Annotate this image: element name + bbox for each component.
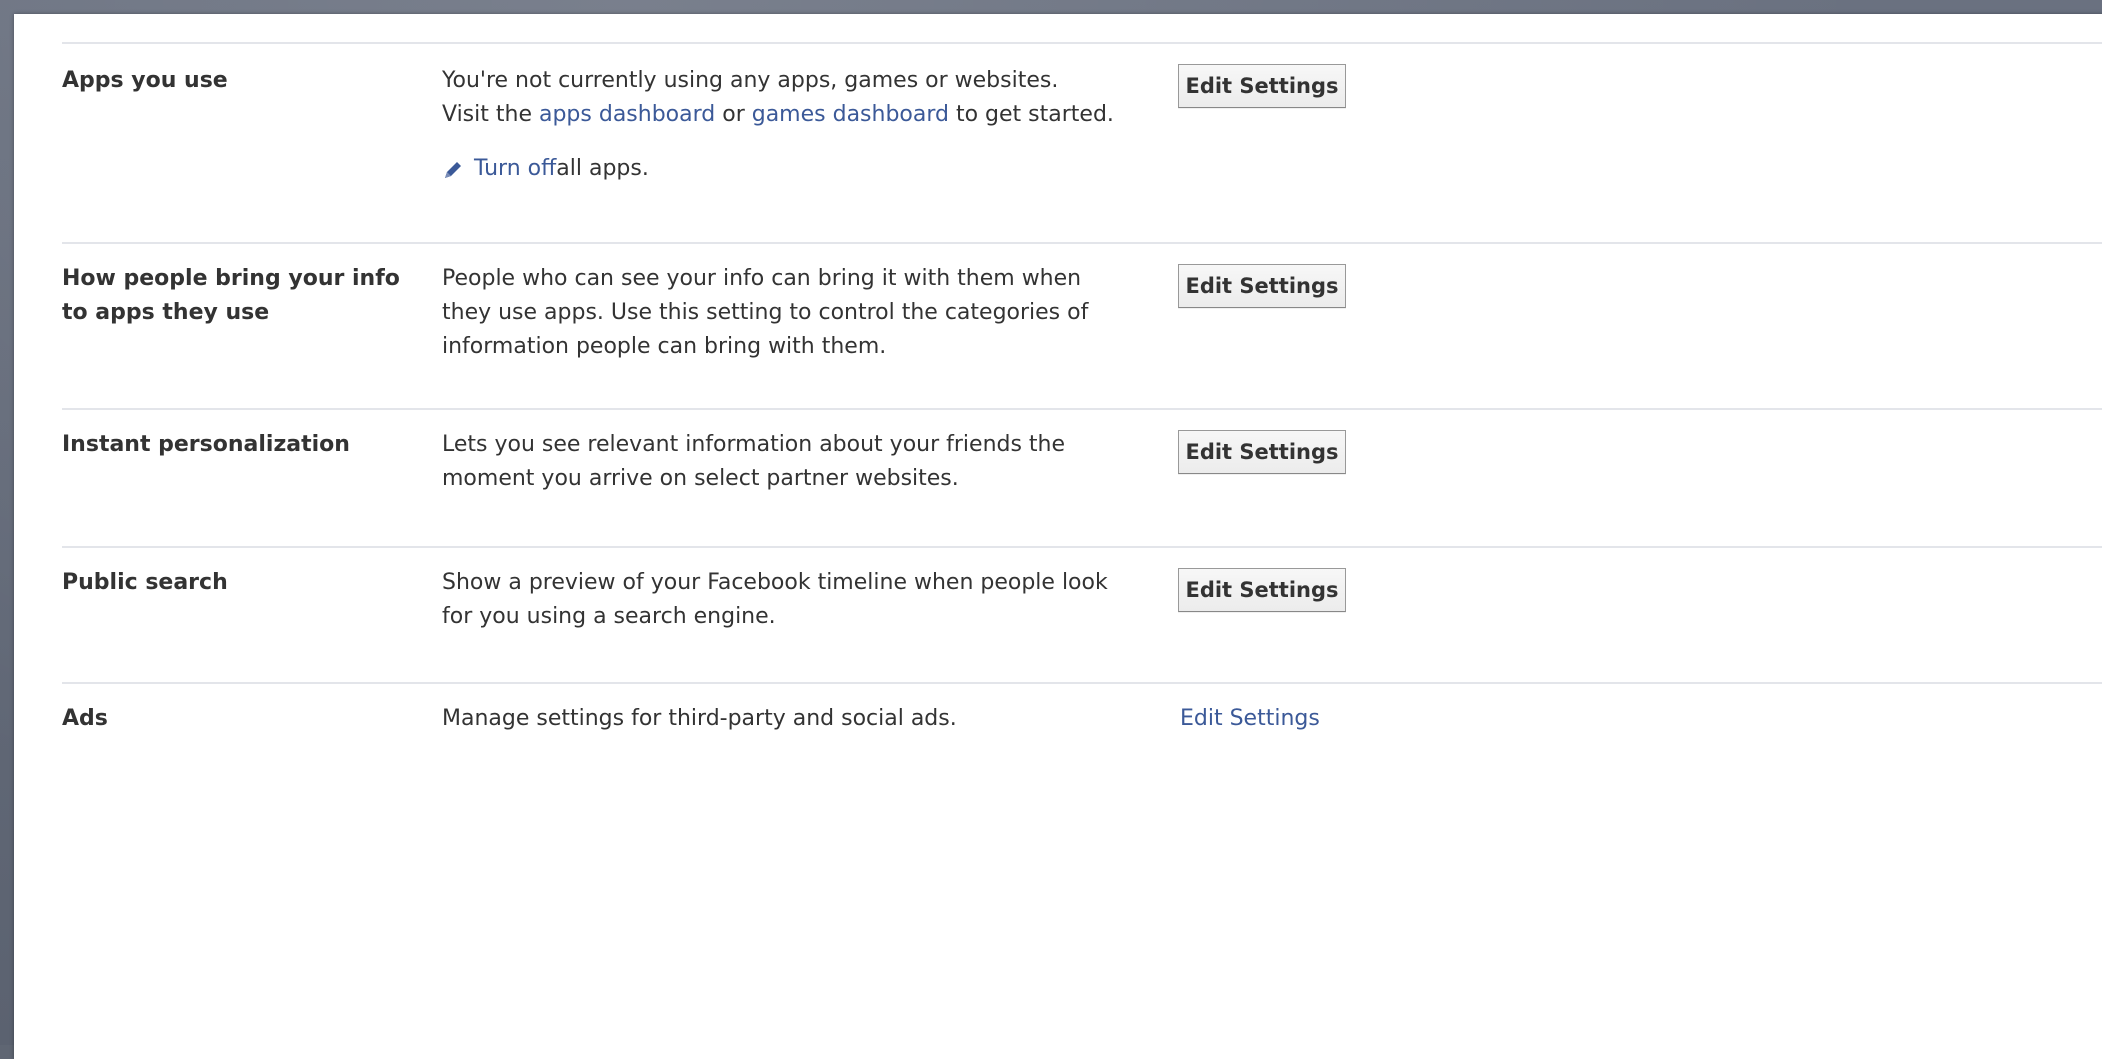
- turn-off-line: Turn off all apps.: [442, 152, 1182, 186]
- description-line: Manage settings for third-party and soci…: [442, 706, 957, 731]
- edit-settings-button-instant-personalization[interactable]: Edit Settings: [1178, 430, 1346, 474]
- settings-panel: Apps you use You're not currently using …: [14, 14, 2102, 1059]
- description-line: they use apps. Use this setting to contr…: [442, 300, 1089, 325]
- description-line: Lets you see relevant information about …: [442, 432, 1066, 457]
- description-line: Show a preview of your Facebook timeline…: [442, 570, 1108, 595]
- row-description-apps-you-use: You're not currently using any apps, gam…: [442, 64, 1182, 186]
- description-line: information people can bring with them.: [442, 334, 887, 359]
- description-line: People who can see your info can bring i…: [442, 266, 1082, 291]
- row-description-public-search: Show a preview of your Facebook timeline…: [442, 566, 1182, 634]
- edit-settings-button-apps-you-use[interactable]: Edit Settings: [1178, 64, 1346, 108]
- row-description-instant-personalization: Lets you see relevant information about …: [442, 428, 1182, 496]
- description-line: for you using a search engine.: [442, 604, 776, 629]
- edit-settings-link-ads[interactable]: Edit Settings: [1180, 702, 1320, 736]
- description-line: Visit the apps dashboard or games dashbo…: [442, 98, 1182, 132]
- description-text: Visit the: [442, 102, 539, 127]
- settings-row-apps-you-use: Apps you use You're not currently using …: [62, 44, 2102, 244]
- label-line: to apps they use: [62, 300, 270, 325]
- description-text: or: [715, 102, 752, 127]
- description-line: moment you arrive on select partner webs…: [442, 466, 959, 491]
- row-label-how-people-bring-info: How people bring your info to apps they …: [62, 262, 442, 330]
- label-line: How people bring your info: [62, 266, 400, 291]
- settings-row-how-people-bring-info: How people bring your info to apps they …: [62, 242, 2102, 410]
- apps-dashboard-link[interactable]: apps dashboard: [539, 102, 715, 127]
- settings-row-instant-personalization: Instant personalization Lets you see rel…: [62, 408, 2102, 548]
- turn-off-apps-link[interactable]: Turn off: [474, 152, 556, 186]
- settings-row-ads: Ads Manage settings for third-party and …: [62, 682, 2102, 822]
- row-description-ads: Manage settings for third-party and soci…: [442, 702, 1182, 736]
- edit-settings-button-public-search[interactable]: Edit Settings: [1178, 568, 1346, 612]
- edit-settings-button-how-people-bring-info[interactable]: Edit Settings: [1178, 264, 1346, 308]
- pencil-icon: [442, 158, 464, 180]
- row-label-ads: Ads: [62, 706, 108, 731]
- description-line: You're not currently using any apps, gam…: [442, 68, 1059, 93]
- row-label-apps-you-use: Apps you use: [62, 68, 228, 93]
- description-text: to get started.: [948, 102, 1114, 127]
- turn-off-suffix: all apps.: [556, 156, 649, 181]
- row-label-instant-personalization: Instant personalization: [62, 432, 350, 457]
- settings-row-public-search: Public search Show a preview of your Fac…: [62, 546, 2102, 684]
- games-dashboard-link[interactable]: games dashboard: [752, 102, 949, 127]
- row-label-public-search: Public search: [62, 570, 228, 595]
- row-description-how-people-bring-info: People who can see your info can bring i…: [442, 262, 1182, 364]
